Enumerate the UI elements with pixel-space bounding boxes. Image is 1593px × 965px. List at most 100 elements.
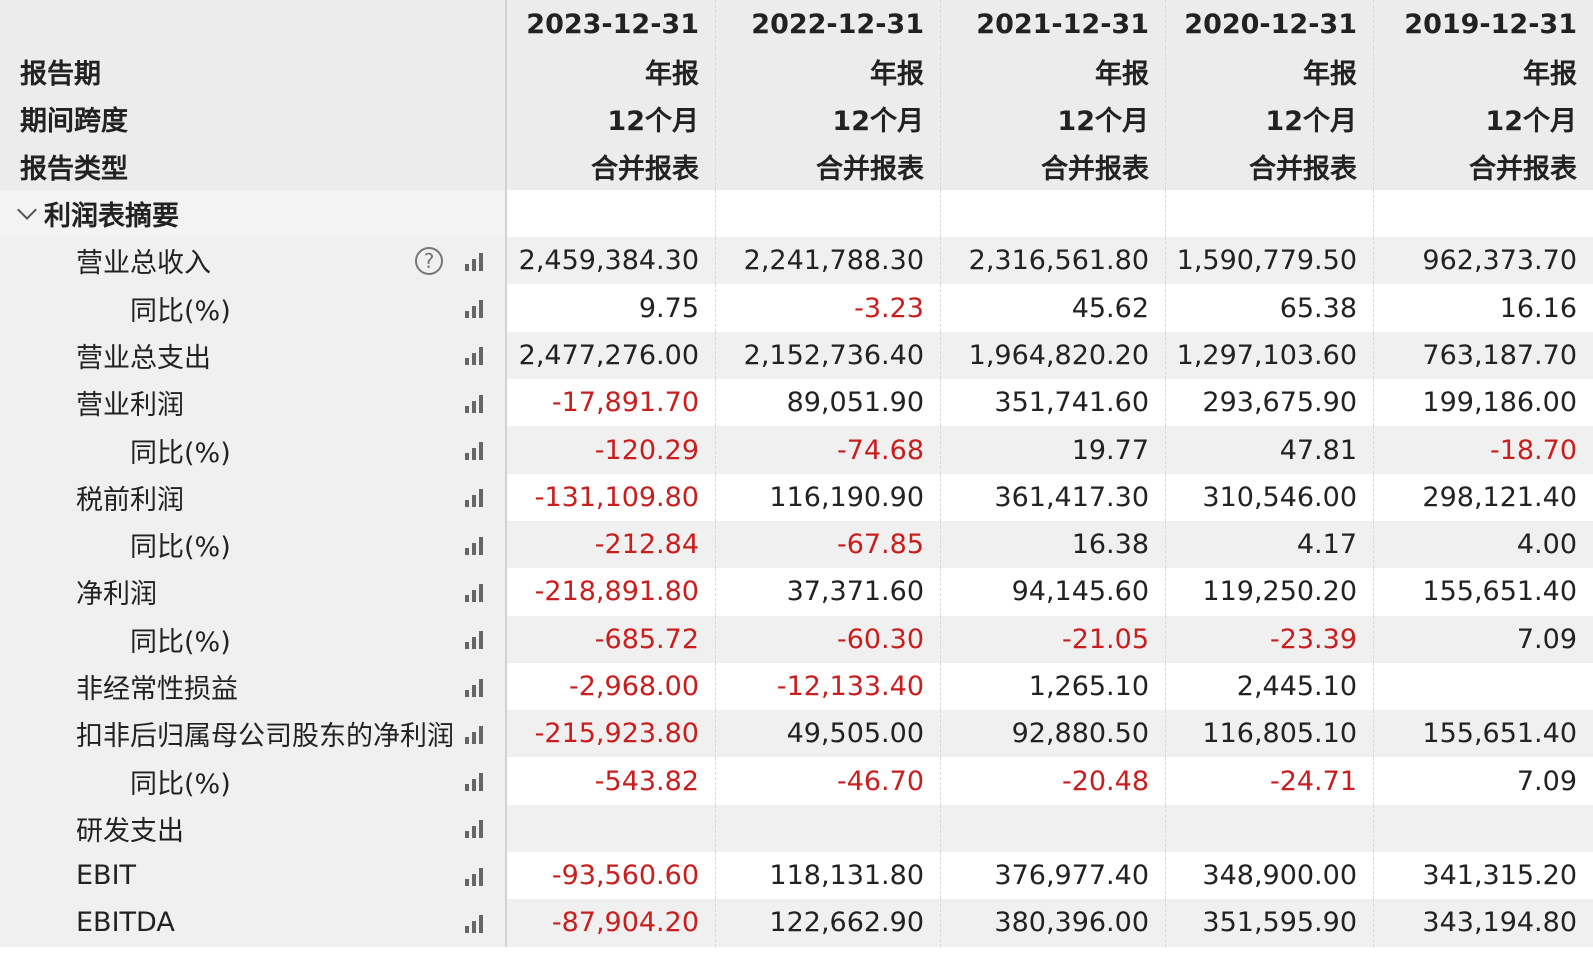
- table-row[interactable]: 营业总收入? 2,459,384.30 2,241,788.30 2,316,561.…: [0, 237, 1593, 285]
- table-cell: [1373, 804, 1593, 853]
- column-date[interactable]: 2020-12-31: [1165, 0, 1373, 48]
- bar-chart-icon[interactable]: [465, 913, 489, 933]
- table-row[interactable]: 营业利润 -17,891.70 89,051.90 351,741.60 293,675…: [0, 379, 1593, 427]
- row-header: 非经常性损益: [0, 662, 505, 711]
- bar-chart-icon[interactable]: [465, 771, 489, 792]
- table-cell: 361,417.30: [940, 473, 1165, 521]
- span-label: 期间跨度: [20, 106, 128, 138]
- table-cell: -21.05: [940, 615, 1165, 663]
- table-cell: 2,152,736.40: [715, 331, 940, 380]
- bar-chart-icon[interactable]: [465, 440, 489, 461]
- span-value: 12个月: [1373, 95, 1593, 143]
- table-row[interactable]: EBITDA -87,904.20 122,662.90 380,396.00 351,…: [0, 899, 1593, 947]
- table-row[interactable]: 同比(%) -543.82 -46.70 -20.48 -24.71 7.09: [0, 757, 1593, 805]
- table-cell: 1,265.10: [940, 662, 1165, 711]
- table-cell: -46.70: [715, 757, 940, 805]
- span-value: 12个月: [1165, 95, 1373, 143]
- table-cell: 2,459,384.30: [505, 237, 715, 285]
- table-cell: -120.29: [505, 426, 715, 474]
- row-header: 同比(%): [0, 520, 505, 569]
- table-row[interactable]: 研发支出: [0, 804, 1593, 853]
- bar-chart-icon[interactable]: [465, 393, 489, 413]
- table-row[interactable]: 同比(%) -120.29 -74.68 19.77 47.81 -18.70: [0, 426, 1593, 474]
- table-cell: 9.75: [505, 284, 715, 332]
- table-cell: 116,805.10: [1165, 710, 1373, 758]
- table-cell: [940, 804, 1165, 853]
- table-cell: [715, 804, 940, 853]
- table-cell: -218,891.80: [505, 568, 715, 616]
- table-cell: -20.48: [940, 757, 1165, 805]
- report-period-value: 年报: [1373, 48, 1593, 96]
- table-row[interactable]: 净利润 -218,891.80 37,371.60 94,145.60 119,250.…: [0, 568, 1593, 616]
- row-header: 同比(%): [0, 757, 505, 805]
- table-cell: 49,505.00: [715, 710, 940, 758]
- table-cell: 122,662.90: [715, 899, 940, 947]
- bar-chart-icon[interactable]: [465, 677, 489, 697]
- report-period-value: 年报: [1165, 48, 1373, 96]
- row-label: 同比(%): [130, 626, 231, 658]
- help-icon[interactable]: ?: [415, 246, 443, 275]
- row-label: 税前利润: [76, 484, 184, 516]
- table-cell: -93,560.60: [505, 852, 715, 900]
- row-header: 扣非后归属母公司股东的净利润: [0, 710, 505, 758]
- column-date[interactable]: 2019-12-31: [1373, 0, 1593, 48]
- table-row[interactable]: 同比(%) -685.72 -60.30 -21.05 -23.39 7.09: [0, 615, 1593, 663]
- report-period-value: 年报: [715, 48, 940, 96]
- column-date[interactable]: 2022-12-31: [715, 0, 940, 48]
- table-cell: 341,315.20: [1373, 852, 1593, 900]
- header-span-row: 期间跨度 12个月 12个月 12个月 12个月 12个月: [0, 95, 1593, 143]
- bar-chart-icon[interactable]: [465, 866, 489, 886]
- table-cell: 16.16: [1373, 284, 1593, 332]
- chevron-down-icon[interactable]: [17, 199, 37, 220]
- table-row[interactable]: EBIT -93,560.60 118,131.80 376,977.40 348,90…: [0, 852, 1593, 900]
- row-header: 研发支出: [0, 804, 505, 853]
- table-cell: 7.09: [1373, 757, 1593, 805]
- table-row[interactable]: 扣非后归属母公司股东的净利润 -215,923.80 49,505.00 92,880…: [0, 710, 1593, 758]
- bar-chart-icon[interactable]: [465, 724, 489, 744]
- table-cell: 119,250.20: [1165, 568, 1373, 616]
- section-income-summary[interactable]: 利润表摘要: [0, 189, 1593, 238]
- bar-chart-icon[interactable]: [465, 251, 489, 271]
- type-value: 合并报表: [715, 142, 940, 190]
- table-cell: 376,977.40: [940, 852, 1165, 900]
- table-row[interactable]: 非经常性损益 -2,968.00 -12,133.40 1,265.10 2,445.1…: [0, 662, 1593, 711]
- row-label: 营业利润: [76, 390, 184, 422]
- table-cell: -23.39: [1165, 615, 1373, 663]
- row-label: 同比(%): [130, 532, 231, 564]
- row-label: 扣非后归属母公司股东的净利润: [76, 721, 454, 753]
- table-cell: -74.68: [715, 426, 940, 474]
- table-cell: -24.71: [1165, 757, 1373, 805]
- column-date[interactable]: 2021-12-31: [940, 0, 1165, 48]
- bar-chart-icon[interactable]: [465, 629, 489, 650]
- row-header: 营业利润: [0, 379, 505, 427]
- bar-chart-icon[interactable]: [465, 582, 489, 602]
- table-cell: 37,371.60: [715, 568, 940, 616]
- table-cell: 2,241,788.30: [715, 237, 940, 285]
- table-cell: 92,880.50: [940, 710, 1165, 758]
- table-row[interactable]: 同比(%) 9.75 -3.23 45.62 65.38 16.16: [0, 284, 1593, 332]
- table-row[interactable]: 税前利润 -131,109.80 116,190.90 361,417.30 310,5…: [0, 473, 1593, 521]
- table-cell: -18.70: [1373, 426, 1593, 474]
- table-cell: [1165, 804, 1373, 853]
- bar-chart-icon[interactable]: [465, 487, 489, 508]
- bar-chart-icon[interactable]: [465, 535, 489, 555]
- table-cell: [505, 804, 715, 853]
- table-row[interactable]: 同比(%) -212.84 -67.85 16.38 4.17 4.00: [0, 520, 1593, 569]
- report-period-value: 年报: [940, 48, 1165, 96]
- row-header: EBIT: [0, 852, 505, 900]
- header-corner: [0, 0, 505, 48]
- header-dates-row: 2023-12-31 2022-12-31 2021-12-31 2020-12…: [0, 0, 1593, 48]
- bar-chart-icon[interactable]: [465, 298, 489, 319]
- table-cell: 199,186.00: [1373, 379, 1593, 427]
- table-row[interactable]: 营业总支出 2,477,276.00 2,152,736.40 1,964,820.2…: [0, 331, 1593, 380]
- table-cell: 2,477,276.00: [505, 331, 715, 380]
- row-header: 税前利润: [0, 473, 505, 521]
- table-cell: -685.72: [505, 615, 715, 663]
- column-date[interactable]: 2023-12-31: [505, 0, 715, 48]
- bar-chart-icon[interactable]: [465, 345, 489, 366]
- row-header: 同比(%): [0, 284, 505, 332]
- row-label: EBITDA: [76, 907, 175, 939]
- bar-chart-icon[interactable]: [465, 818, 489, 839]
- table-cell: 7.09: [1373, 615, 1593, 663]
- row-label: 净利润: [76, 579, 157, 611]
